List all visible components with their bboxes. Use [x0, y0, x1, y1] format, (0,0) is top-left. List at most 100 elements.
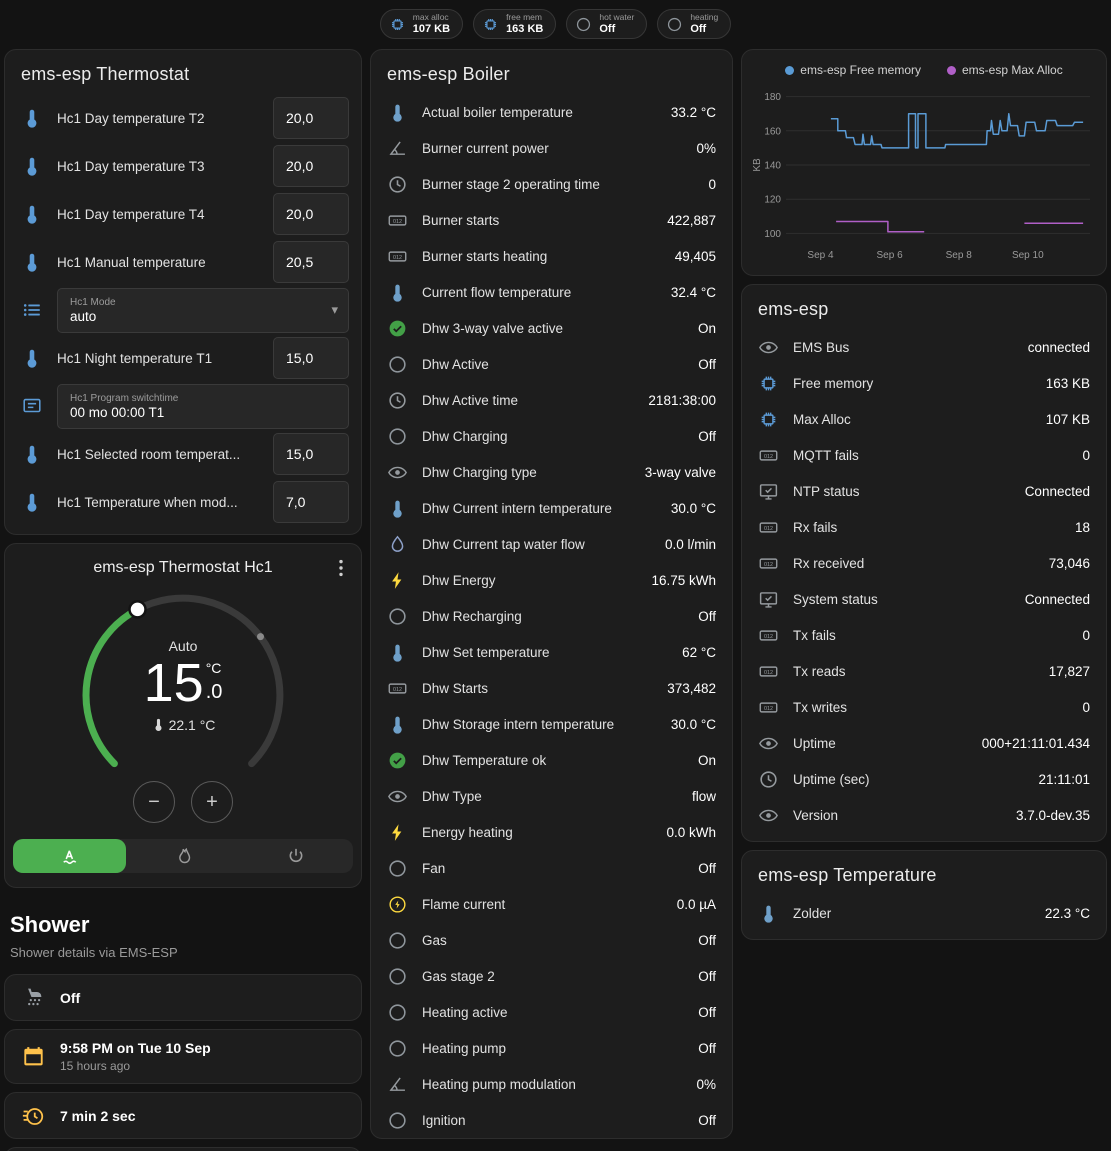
entity-row[interactable]: 012Tx reads17,827: [742, 653, 1106, 689]
increase-temp-button[interactable]: +: [191, 781, 233, 823]
mode-button-auto[interactable]: [13, 839, 126, 873]
entity-row[interactable]: Dhw ActiveOff: [371, 346, 732, 382]
entity-row[interactable]: Gas stage 2Off: [371, 958, 732, 994]
entity-row[interactable]: Zolder22.3 °C: [742, 895, 1106, 931]
entity-row[interactable]: Version3.7.0-dev.35: [742, 797, 1106, 833]
text-input[interactable]: Hc1 Program switchtime00 mo 00:00 T1: [57, 384, 349, 429]
number-input[interactable]: 15,0: [273, 337, 349, 379]
entity-row[interactable]: Gas Off: [371, 922, 732, 958]
entity-row[interactable]: Heating pump modulation 0%: [371, 1066, 732, 1102]
badge-max-alloc[interactable]: max alloc107 KB: [380, 9, 463, 39]
entity-row[interactable]: NTP statusConnected: [742, 473, 1106, 509]
entity-row[interactable]: 012MQTT fails0: [742, 437, 1106, 473]
entity-row[interactable]: Dhw ChargingOff: [371, 418, 732, 454]
shower-value: Off: [60, 990, 80, 1006]
entity-label: Dhw Charging: [422, 429, 684, 444]
entity-row[interactable]: Dhw Typeflow: [371, 778, 732, 814]
entity-row[interactable]: 012Rx received73,046: [742, 545, 1106, 581]
badge-heating[interactable]: heatingOff: [657, 9, 731, 39]
badge-hot-water[interactable]: hot waterOff: [566, 9, 647, 39]
entity-row[interactable]: Actual boiler temperature33.2 °C: [371, 94, 732, 130]
badge-label: hot water: [599, 13, 634, 23]
shower-card[interactable]: Off: [4, 974, 362, 1021]
number-input[interactable]: 20,0: [273, 97, 349, 139]
entity-row[interactable]: 012Burner starts422,887: [371, 202, 732, 238]
thermometer-icon: [387, 102, 408, 123]
entity-row[interactable]: Dhw Temperature okOn: [371, 742, 732, 778]
entity-row[interactable]: Uptime000+21:11:01.434: [742, 725, 1106, 761]
entity-list: Actual boiler temperature33.2 °CBurner c…: [371, 94, 732, 1138]
entity-row[interactable]: System statusConnected: [742, 581, 1106, 617]
entity-row[interactable]: IgnitionOff: [371, 1102, 732, 1138]
entity-row[interactable]: Dhw Set temperature62 °C: [371, 634, 732, 670]
entity-row[interactable]: 012Burner starts heating49,405: [371, 238, 732, 274]
entity-row[interactable]: Dhw Charging type3-way valve: [371, 454, 732, 490]
entity-row[interactable]: Dhw 3-way valve activeOn: [371, 310, 732, 346]
temp-unit: °C: [206, 660, 222, 676]
entity-row[interactable]: Dhw Active time2181:38:00: [371, 382, 732, 418]
entity-row[interactable]: Dhw Current intern temperature30.0 °C: [371, 490, 732, 526]
entity-value: 0%: [696, 1077, 716, 1092]
entity-row[interactable]: Dhw RechargingOff: [371, 598, 732, 634]
entity-row[interactable]: Energy heating0.0 kWh: [371, 814, 732, 850]
decrease-temp-button[interactable]: −: [133, 781, 175, 823]
number-input[interactable]: 20,0: [273, 145, 349, 187]
mode-select[interactable]: Hc1 Modeauto▾: [57, 288, 349, 333]
mode-button-off[interactable]: [240, 839, 353, 873]
entity-value: On: [698, 753, 716, 768]
number-input[interactable]: 7,0: [273, 481, 349, 523]
entity-value: 30.0 °C: [671, 717, 716, 732]
shower-card[interactable]: [4, 1147, 362, 1151]
dial-card-header: ems-esp Thermostat Hc1: [5, 544, 361, 577]
number-input[interactable]: 15,0: [273, 433, 349, 475]
shower-card[interactable]: 9:58 PM on Tue 10 Sep15 hours ago: [4, 1029, 362, 1084]
entity-row[interactable]: Dhw Energy16.75 kWh: [371, 562, 732, 598]
entity-value: 0.0 µA: [677, 897, 716, 912]
shower-value: 7 min 2 sec: [60, 1108, 136, 1124]
entity-row[interactable]: Dhw Current tap water flow0.0 l/min: [371, 526, 732, 562]
entity-label: Heating pump modulation: [422, 1077, 682, 1092]
entity-value: 0%: [696, 141, 716, 156]
entity-label: Gas: [422, 933, 684, 948]
badge-label: max alloc: [413, 13, 450, 23]
entity-row[interactable]: 012Dhw Starts373,482: [371, 670, 732, 706]
entity-row[interactable]: Burner current power0%: [371, 130, 732, 166]
circle-icon: [387, 426, 408, 447]
entity-row[interactable]: Burner stage 2 operating time0: [371, 166, 732, 202]
shower-card[interactable]: 7 min 2 sec: [4, 1092, 362, 1139]
water-thermometer-icon: [21, 491, 43, 513]
setting-row: Hc1 Day temperature T420,0: [5, 190, 361, 238]
entity-list: EMS BusconnectedFree memory163 KBMax All…: [742, 329, 1106, 841]
entity-row[interactable]: 012Tx writes0: [742, 689, 1106, 725]
entity-row[interactable]: 012Tx fails0: [742, 617, 1106, 653]
entity-row[interactable]: Heating pumpOff: [371, 1030, 732, 1066]
dots-vertical-icon[interactable]: [329, 556, 353, 580]
thermometer-icon: [387, 642, 408, 663]
water-thermometer-icon: [21, 251, 43, 273]
entity-label: Gas stage 2: [422, 969, 684, 984]
entity-label: Energy heating: [422, 825, 652, 840]
entity-row[interactable]: Current flow temperature32.4 °C: [371, 274, 732, 310]
thermometer-icon: [387, 714, 408, 735]
entity-row[interactable]: FanOff: [371, 850, 732, 886]
entity-value: Off: [698, 933, 716, 948]
entity-row[interactable]: 012Rx fails18: [742, 509, 1106, 545]
svg-text:120: 120: [764, 195, 781, 206]
entity-row[interactable]: Heating activeOff: [371, 994, 732, 1030]
mode-button-heat[interactable]: [126, 839, 239, 873]
entity-row[interactable]: Uptime (sec)21:11:01: [742, 761, 1106, 797]
entity-row[interactable]: EMS Busconnected: [742, 329, 1106, 365]
entity-row[interactable]: Max Alloc107 KB: [742, 401, 1106, 437]
entity-row[interactable]: Free memory163 KB: [742, 365, 1106, 401]
legend-item[interactable]: ems-esp Free memory: [785, 63, 921, 77]
entity-row[interactable]: Flame current0.0 µA: [371, 886, 732, 922]
legend-item[interactable]: ems-esp Max Alloc: [947, 63, 1063, 77]
entity-value: Off: [698, 1113, 716, 1128]
number-input[interactable]: 20,5: [273, 241, 349, 283]
badge-free-mem[interactable]: free mem163 KB: [473, 9, 556, 39]
entity-label: Tx fails: [793, 628, 1068, 643]
circle-icon: [575, 16, 592, 33]
number-input[interactable]: 20,0: [273, 193, 349, 235]
badge-label: heating: [690, 13, 718, 23]
entity-row[interactable]: Dhw Storage intern temperature30.0 °C: [371, 706, 732, 742]
